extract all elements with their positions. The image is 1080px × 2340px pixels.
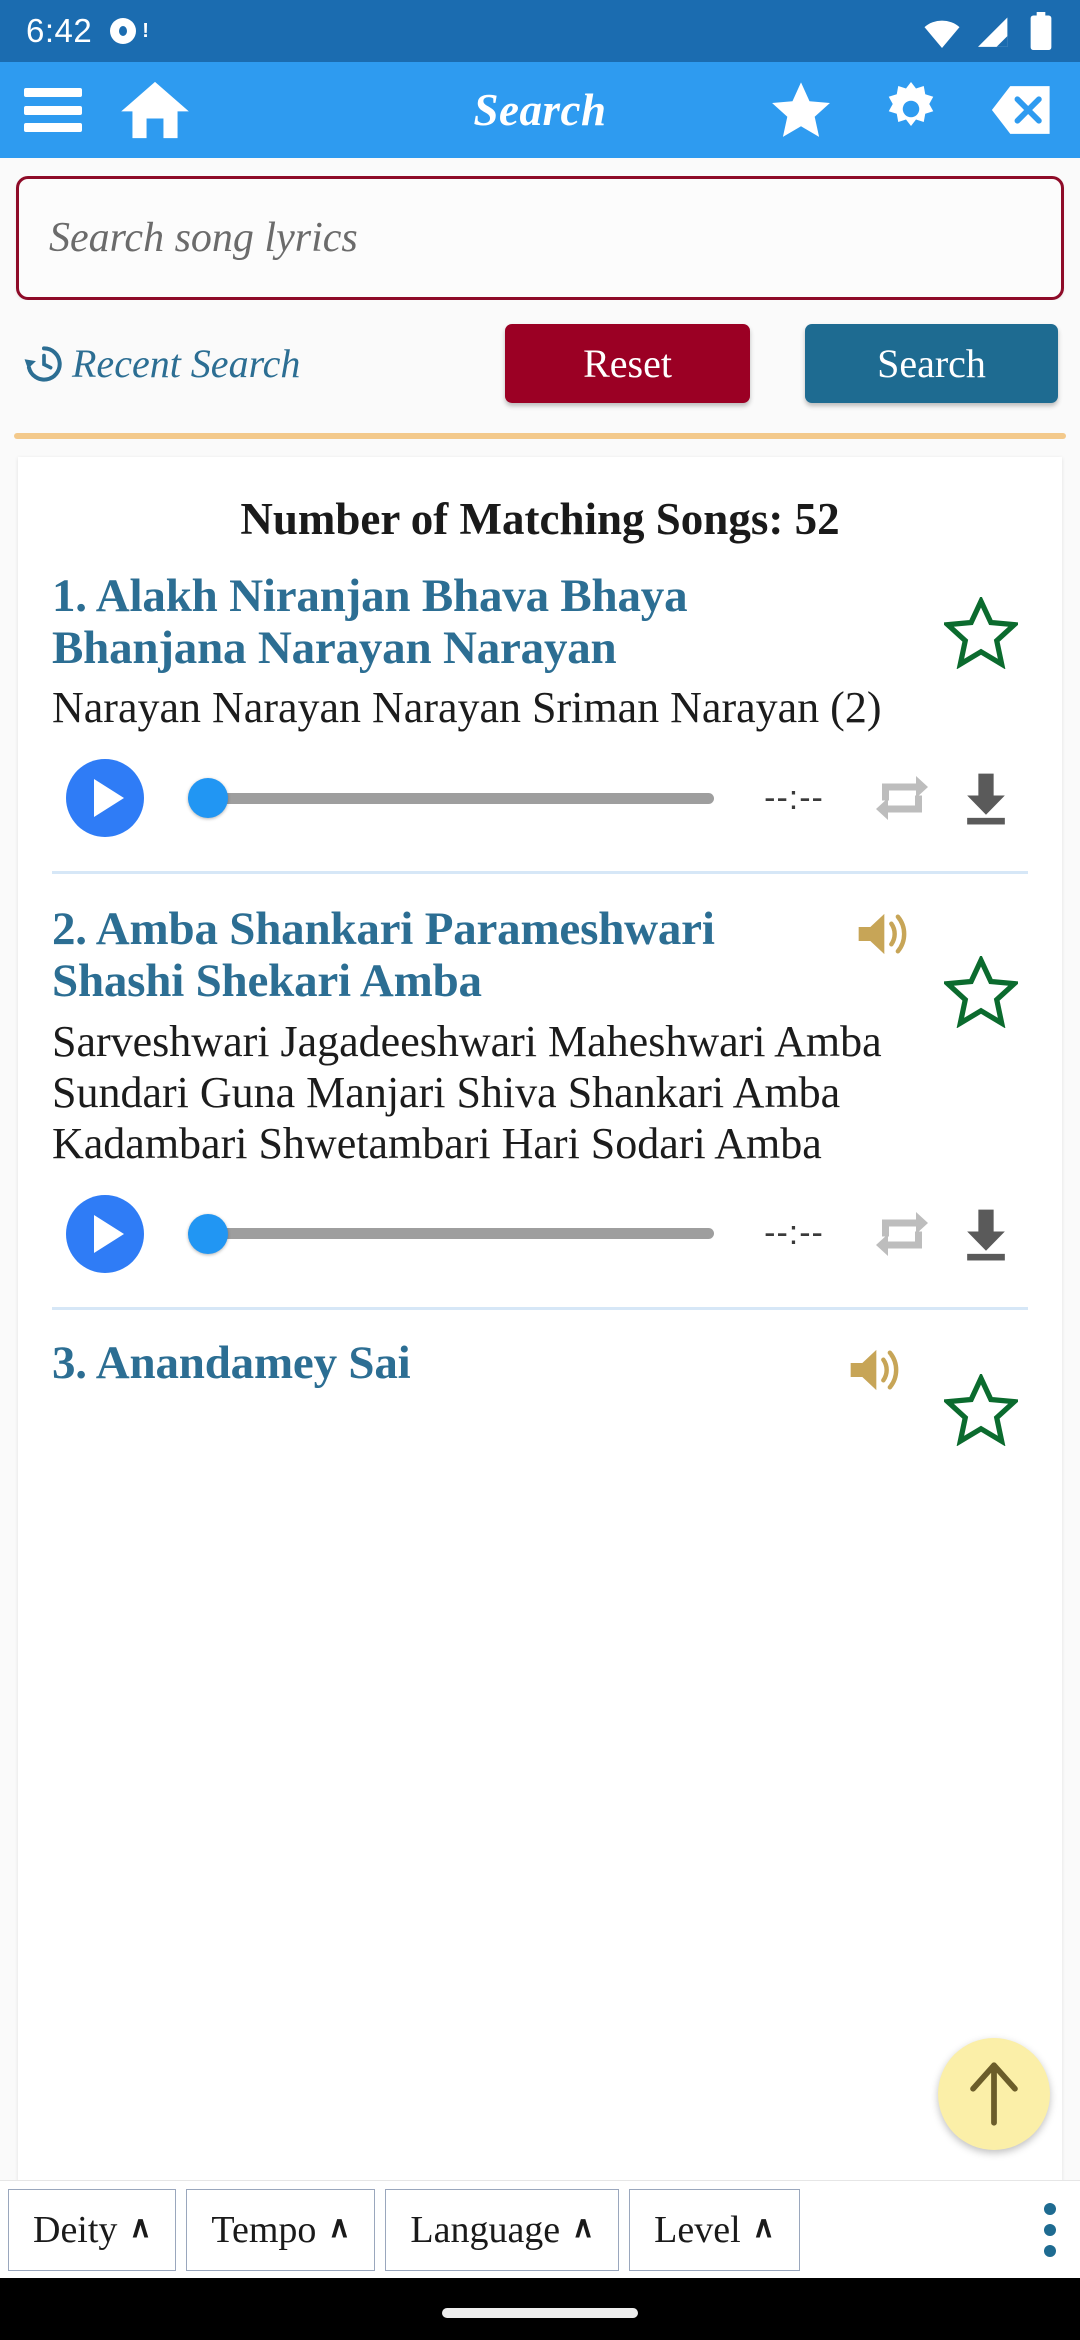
favorite-star-icon[interactable] xyxy=(941,595,1021,674)
filter-language-label: Language xyxy=(410,2208,561,2251)
cell-signal-icon xyxy=(978,17,1008,47)
list-item[interactable]: 1. Alakh Niranjan Bhava Bhaya Bhanjana N… xyxy=(18,570,1062,875)
system-navigation-bar xyxy=(0,2278,1080,2340)
recent-search-button[interactable]: Recent Search xyxy=(22,340,300,387)
list-divider xyxy=(52,871,1028,875)
scroll-to-top-button[interactable] xyxy=(938,2038,1050,2150)
status-bar-system-icons xyxy=(922,12,1054,50)
repeat-icon[interactable] xyxy=(872,770,932,826)
notification-dot-icon xyxy=(110,18,137,44)
hamburger-menu-icon[interactable] xyxy=(22,84,84,136)
song-lyrics-text: Narayan Narayan Narayan Sriman Narayan (… xyxy=(52,683,882,733)
play-icon[interactable] xyxy=(66,759,144,838)
wifi-icon xyxy=(924,20,960,48)
speaker-icon[interactable] xyxy=(854,908,910,965)
settings-gear-icon[interactable] xyxy=(880,79,942,141)
slider-track xyxy=(188,1228,714,1240)
song-header: 1. Alakh Niranjan Bhava Bhaya Bhanjana N… xyxy=(52,570,1028,674)
download-icon[interactable] xyxy=(958,770,1014,826)
battery-icon xyxy=(1030,12,1052,50)
song-header: 2. Amba Shankari Parameshwari Shashi She… xyxy=(52,903,1028,1029)
favorites-star-icon[interactable] xyxy=(770,79,832,141)
chevron-up-icon: ∧ xyxy=(572,2210,595,2244)
slider-track xyxy=(188,792,714,804)
song-lyrics: Narayan Narayan Narayan Sriman Narayan (… xyxy=(52,682,1028,733)
audio-player: --:-- xyxy=(52,1169,1028,1273)
home-gesture-pill[interactable] xyxy=(442,2308,638,2318)
list-item[interactable]: 2. Amba Shankari Parameshwari Shashi She… xyxy=(18,903,1062,1310)
speaker-icon[interactable] xyxy=(846,1344,902,1401)
search-actions-row: Recent Search Reset Search xyxy=(0,300,1080,423)
filter-tempo-label: Tempo xyxy=(211,2208,317,2251)
song-lyrics: Sarveshwari Jagadeeshwari Maheshwari Amb… xyxy=(52,1016,1028,1169)
status-bar-time: 6:42 xyxy=(26,12,93,49)
notification-badge-icon: ! xyxy=(142,19,149,42)
filter-deity-label: Deity xyxy=(33,2208,118,2251)
playback-time: --:-- xyxy=(764,1214,824,1253)
home-icon[interactable] xyxy=(116,79,194,141)
results-count: Number of Matching Songs: 52 xyxy=(240,494,840,544)
chevron-up-icon: ∧ xyxy=(129,2210,152,2244)
reset-button[interactable]: Reset xyxy=(505,324,750,403)
filter-deity[interactable]: Deity ∧ xyxy=(8,2188,177,2271)
repeat-icon[interactable] xyxy=(872,1206,932,1262)
app-bar: Search xyxy=(0,62,1080,158)
section-divider xyxy=(14,433,1066,439)
song-title[interactable]: 3. Anandamey Sai xyxy=(52,1337,848,1390)
list-item[interactable]: 3. Anandamey Sai xyxy=(18,1337,1062,1447)
progress-slider[interactable] xyxy=(188,1213,714,1254)
download-icon[interactable] xyxy=(958,1206,1014,1262)
playback-time: --:-- xyxy=(764,778,824,817)
arrow-up-icon xyxy=(970,2062,1018,2126)
audio-player: --:-- xyxy=(52,733,1028,838)
progress-slider[interactable] xyxy=(188,778,714,819)
play-icon[interactable] xyxy=(66,1194,144,1273)
favorite-star-icon[interactable] xyxy=(941,1371,1021,1451)
status-bar: 6:42 ! xyxy=(0,0,1080,62)
search-input[interactable]: Search song lyrics xyxy=(16,176,1064,300)
app-bar-actions xyxy=(770,79,1058,141)
filter-level[interactable]: Level ∧ xyxy=(629,2188,800,2271)
song-title[interactable]: 2. Amba Shankari Parameshwari Shashi She… xyxy=(52,903,848,1007)
app-screen: 6:42 ! Search Search song lyrics Recent … xyxy=(0,0,1080,2340)
results-list: Number of Matching Songs: 52 1. Alakh Ni… xyxy=(18,457,1062,2205)
favorite-star-icon[interactable] xyxy=(941,954,1021,1033)
filter-language[interactable]: Language ∧ xyxy=(385,2188,620,2271)
clear-backspace-icon[interactable] xyxy=(990,79,1052,141)
filter-level-label: Level xyxy=(654,2208,741,2251)
recent-search-label: Recent Search xyxy=(72,341,301,386)
filter-tempo[interactable]: Tempo ∧ xyxy=(186,2188,376,2271)
song-header: 3. Anandamey Sai xyxy=(52,1337,1028,1447)
song-lyrics-text: Sarveshwari Jagadeeshwari Maheshwari Amb… xyxy=(52,1016,882,1168)
search-section: Search song lyrics xyxy=(0,158,1080,300)
list-divider xyxy=(52,1306,1028,1310)
history-icon xyxy=(24,345,62,382)
more-vertical-icon[interactable] xyxy=(1044,2202,1056,2257)
filter-bar: Deity ∧ Tempo ∧ Language ∧ Level ∧ xyxy=(0,2180,1080,2278)
chevron-up-icon: ∧ xyxy=(328,2210,351,2244)
status-bar-notifications: ! xyxy=(110,18,149,44)
search-input-placeholder: Search song lyrics xyxy=(49,215,358,261)
song-title[interactable]: 1. Alakh Niranjan Bhava Bhaya Bhanjana N… xyxy=(52,570,848,674)
chevron-up-icon: ∧ xyxy=(752,2210,775,2244)
slider-thumb[interactable] xyxy=(188,778,228,819)
search-button[interactable]: Search xyxy=(805,324,1058,403)
slider-thumb[interactable] xyxy=(188,1213,228,1254)
